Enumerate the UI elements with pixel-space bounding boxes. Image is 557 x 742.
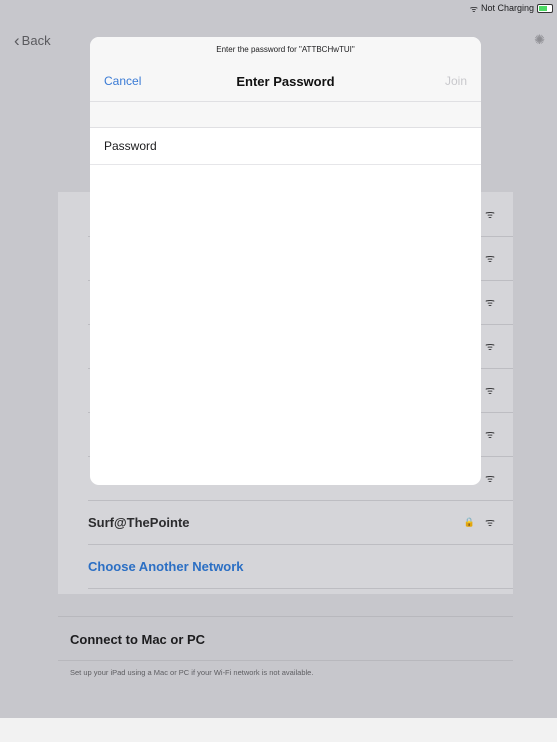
modal-header: Enter the password for "ATTBCHwTUI" Canc… xyxy=(90,37,481,102)
password-modal: Enter the password for "ATTBCHwTUI" Canc… xyxy=(90,37,481,485)
choose-another-network[interactable]: Choose Another Network xyxy=(88,544,513,589)
wifi-icon: ᯤ xyxy=(484,516,495,529)
password-label: Password xyxy=(104,139,157,153)
password-row[interactable]: Password xyxy=(90,128,481,165)
charging-status: Not Charging xyxy=(480,3,534,13)
choose-another-label: Choose Another Network xyxy=(88,558,244,574)
spacer xyxy=(90,102,481,128)
wifi-icon: ᯤ xyxy=(484,208,495,221)
lock-icon: 🔒 xyxy=(463,516,475,527)
wifi-icon: ᯤ xyxy=(484,384,495,397)
network-row-surf[interactable]: Surf@ThePointe 🔒 ᯤ xyxy=(88,500,513,545)
join-button[interactable]: Join xyxy=(445,74,467,88)
password-prompt: Enter the password for "ATTBCHwTUI" xyxy=(216,45,355,54)
wifi-icon: ᯤ xyxy=(484,428,495,441)
battery-icon xyxy=(537,3,553,13)
wifi-icon: ᯤ xyxy=(484,296,495,309)
modal-title: Enter Password xyxy=(236,74,335,89)
back-button[interactable]: ‹ Back xyxy=(14,32,51,49)
status-bar: ᯤ Not Charging xyxy=(470,0,557,16)
wifi-icon: ᯤ xyxy=(484,340,495,353)
divider xyxy=(58,660,513,661)
password-input[interactable] xyxy=(176,138,481,154)
back-label: Back xyxy=(21,33,51,48)
bottom-strip xyxy=(0,718,557,742)
wifi-icon: ᯤ xyxy=(484,252,495,265)
wifi-icon: ᯤ xyxy=(484,472,495,485)
chevron-left-icon: ‹ xyxy=(14,31,20,50)
divider xyxy=(58,616,513,617)
wifi-icon: ᯤ xyxy=(469,3,478,14)
connect-description: Set up your iPad using a Mac or PC if yo… xyxy=(70,668,314,677)
spinner-icon: ✺ xyxy=(534,32,545,47)
network-name: Surf@ThePointe xyxy=(88,514,190,530)
connect-title[interactable]: Connect to Mac or PC xyxy=(70,632,205,647)
